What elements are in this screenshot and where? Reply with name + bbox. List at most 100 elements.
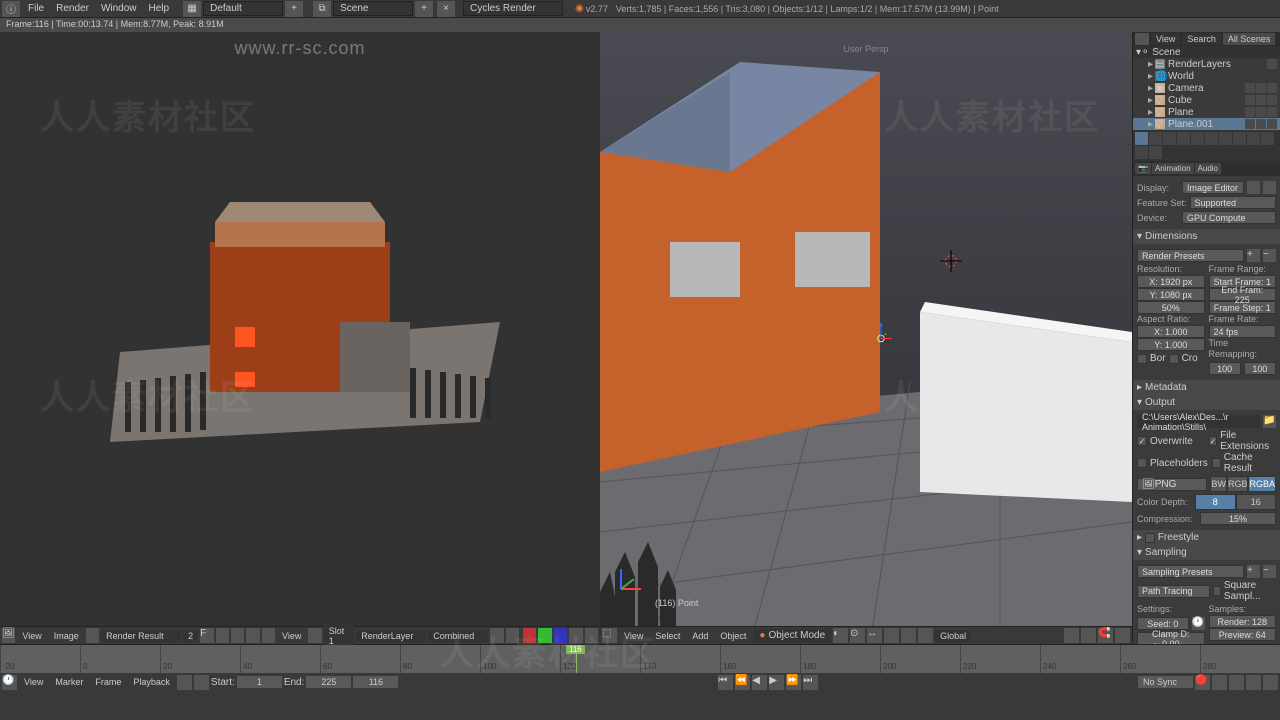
outliner-item-plane[interactable]: ▸▽Plane [1133,106,1280,118]
img-a-icon[interactable] [231,628,244,643]
crumb-audio[interactable]: Audio [1195,163,1221,174]
prop-tab-texture[interactable] [1261,132,1274,145]
sampling-del-icon[interactable]: − [1263,565,1276,578]
layer-2-icon[interactable] [1081,628,1096,643]
featureset-dropdown[interactable]: Supported [1190,196,1276,209]
prop-tab-scene[interactable] [1163,132,1176,145]
tl-lock-icon[interactable] [194,675,209,690]
prop-tab-constraints[interactable] [1205,132,1218,145]
vp-menu-view[interactable]: View [619,631,648,641]
sampling-presets-dropdown[interactable]: Sampling Presets [1137,565,1244,578]
render-samples-field[interactable]: Render: 128 [1209,615,1277,628]
manip-icon[interactable]: ↔ [867,628,882,643]
tl-menu-playback[interactable]: Playback [128,677,175,687]
layout-icon[interactable]: ▦ [183,1,201,17]
alpha-icon[interactable] [569,628,582,643]
outliner-tab-allscenes[interactable]: All Scenes [1223,33,1276,45]
prop-tab-data[interactable] [1233,132,1246,145]
depth-8-toggle[interactable]: 8 [1195,494,1236,510]
sync-dropdown[interactable]: No Sync [1138,676,1193,688]
blue-icon[interactable] [554,628,567,643]
integrator-dropdown[interactable]: Path Tracing [1137,585,1210,598]
keying-icon-4[interactable] [1263,675,1278,690]
pass-dropdown[interactable]: Combined [428,630,488,642]
img-menu-image[interactable]: Image [49,631,84,641]
channel-icon-2[interactable] [506,628,519,643]
outliner-icon[interactable] [1135,33,1149,45]
preview-samples-field[interactable]: Preview: 64 [1209,628,1277,641]
manip-scale-icon[interactable] [918,628,933,643]
prop-tab-physics[interactable] [1149,146,1162,159]
slot-dropdown[interactable]: Slot 1 [324,625,355,647]
jump-end-icon[interactable]: ⏭ [803,675,818,690]
res-y-field[interactable]: Y: 1080 px [1137,288,1205,301]
prop-tab-material[interactable] [1247,132,1260,145]
layout-dropdown[interactable]: Default [203,1,283,16]
outliner[interactable]: ▾⚬ Scene ▸▤RenderLayers ▸🌐World ▸▣Camera… [1133,46,1280,130]
snap-icon[interactable]: 🧲 [1098,628,1113,643]
play-icon[interactable]: ▶ [769,675,784,690]
outliner-item-renderlayers[interactable]: ▸▤RenderLayers [1133,58,1280,70]
crumb-anim[interactable]: Animation [1152,163,1194,174]
vp-menu-add[interactable]: Add [687,631,713,641]
manip-trans-icon[interactable] [884,628,899,643]
tl-start-field[interactable]: 1 [237,676,282,688]
framerate-dropdown[interactable]: 24 fps [1209,325,1277,338]
freestyle-checkbox[interactable] [1145,533,1155,543]
zbuf-icon[interactable] [585,628,598,643]
timeline-editor-icon[interactable]: 🕐 [2,675,17,690]
vp-menu-select[interactable]: Select [650,631,685,641]
square-samples-checkbox[interactable] [1213,586,1221,596]
jump-start-icon[interactable]: ⏮ [718,675,733,690]
output-path-field[interactable]: C:\Users\Alex\Des...\r Animation\Stills\ [1137,415,1260,428]
layer-1-icon[interactable] [1064,628,1079,643]
compression-field[interactable]: 15% [1200,512,1276,525]
timeline-cursor[interactable]: 116 [576,645,577,673]
outliner-item-camera[interactable]: ▸▣Camera [1133,82,1280,94]
fileext-checkbox[interactable] [1209,436,1218,446]
outliner-scene-row[interactable]: ▾⚬ Scene [1133,46,1280,58]
prop-tab-layers[interactable] [1149,132,1162,145]
editor-type-icon[interactable]: 🖼 [2,628,15,643]
dimensions-header[interactable]: ▾Dimensions [1133,229,1280,244]
placeholders-checkbox[interactable] [1137,458,1147,468]
overwrite-checkbox[interactable] [1137,436,1147,446]
cache-checkbox[interactable] [1212,458,1221,468]
green-icon[interactable] [538,628,551,643]
vp-editor-icon[interactable]: ⬚ [602,628,617,643]
keying-icon-2[interactable] [1229,675,1244,690]
color-rgba-toggle[interactable]: RGBA [1248,476,1276,492]
metadata-header[interactable]: ▸Metadata [1133,380,1280,395]
tl-end-field[interactable]: 225 [306,676,351,688]
render-engine-dropdown[interactable]: Cycles Render [463,1,563,16]
scene-dropdown[interactable]: Scene [333,1,413,16]
format-dropdown[interactable]: 🖼 PNG [1137,478,1207,491]
img-browse-icon[interactable] [86,628,99,643]
prop-tab-modifiers[interactable] [1219,132,1232,145]
renderlayer-dropdown[interactable]: RenderLayer [356,630,426,642]
render-shading-icon[interactable] [1115,628,1130,643]
3d-manipulator[interactable] [870,322,892,344]
prop-tab-render[interactable] [1135,132,1148,145]
device-dropdown[interactable]: GPU Compute [1182,211,1276,224]
prop-tab-world[interactable] [1177,132,1190,145]
render-result-view[interactable]: www.rr-sc.com [0,32,600,626]
render-presets-dropdown[interactable]: Render Presets [1137,249,1244,262]
img-pin-icon[interactable] [216,628,229,643]
shading-icon[interactable]: ◐ [833,628,848,643]
record-icon[interactable] [523,628,536,643]
freestyle-header[interactable]: ▸ Freestyle [1133,530,1280,545]
frame-step-field[interactable]: Frame Step: 1 [1209,301,1277,314]
color-bw-toggle[interactable]: BW [1210,476,1227,492]
layout-add-icon[interactable]: + [285,1,303,17]
time-old-field[interactable]: 100 [1209,362,1241,375]
end-frame-field[interactable]: End Fram: 225 [1209,288,1277,301]
img2-menu-view[interactable]: View [277,631,306,641]
prop-tab-object[interactable] [1191,132,1204,145]
res-pct-field[interactable]: 50% [1137,301,1205,314]
color-rgb-toggle[interactable]: RGB [1227,476,1249,492]
play-rev-icon[interactable]: ◀ [752,675,767,690]
next-key-icon[interactable]: ⏩ [786,675,801,690]
display-lock-icon[interactable] [1247,181,1260,194]
outliner-tab-view[interactable]: View [1151,33,1180,45]
